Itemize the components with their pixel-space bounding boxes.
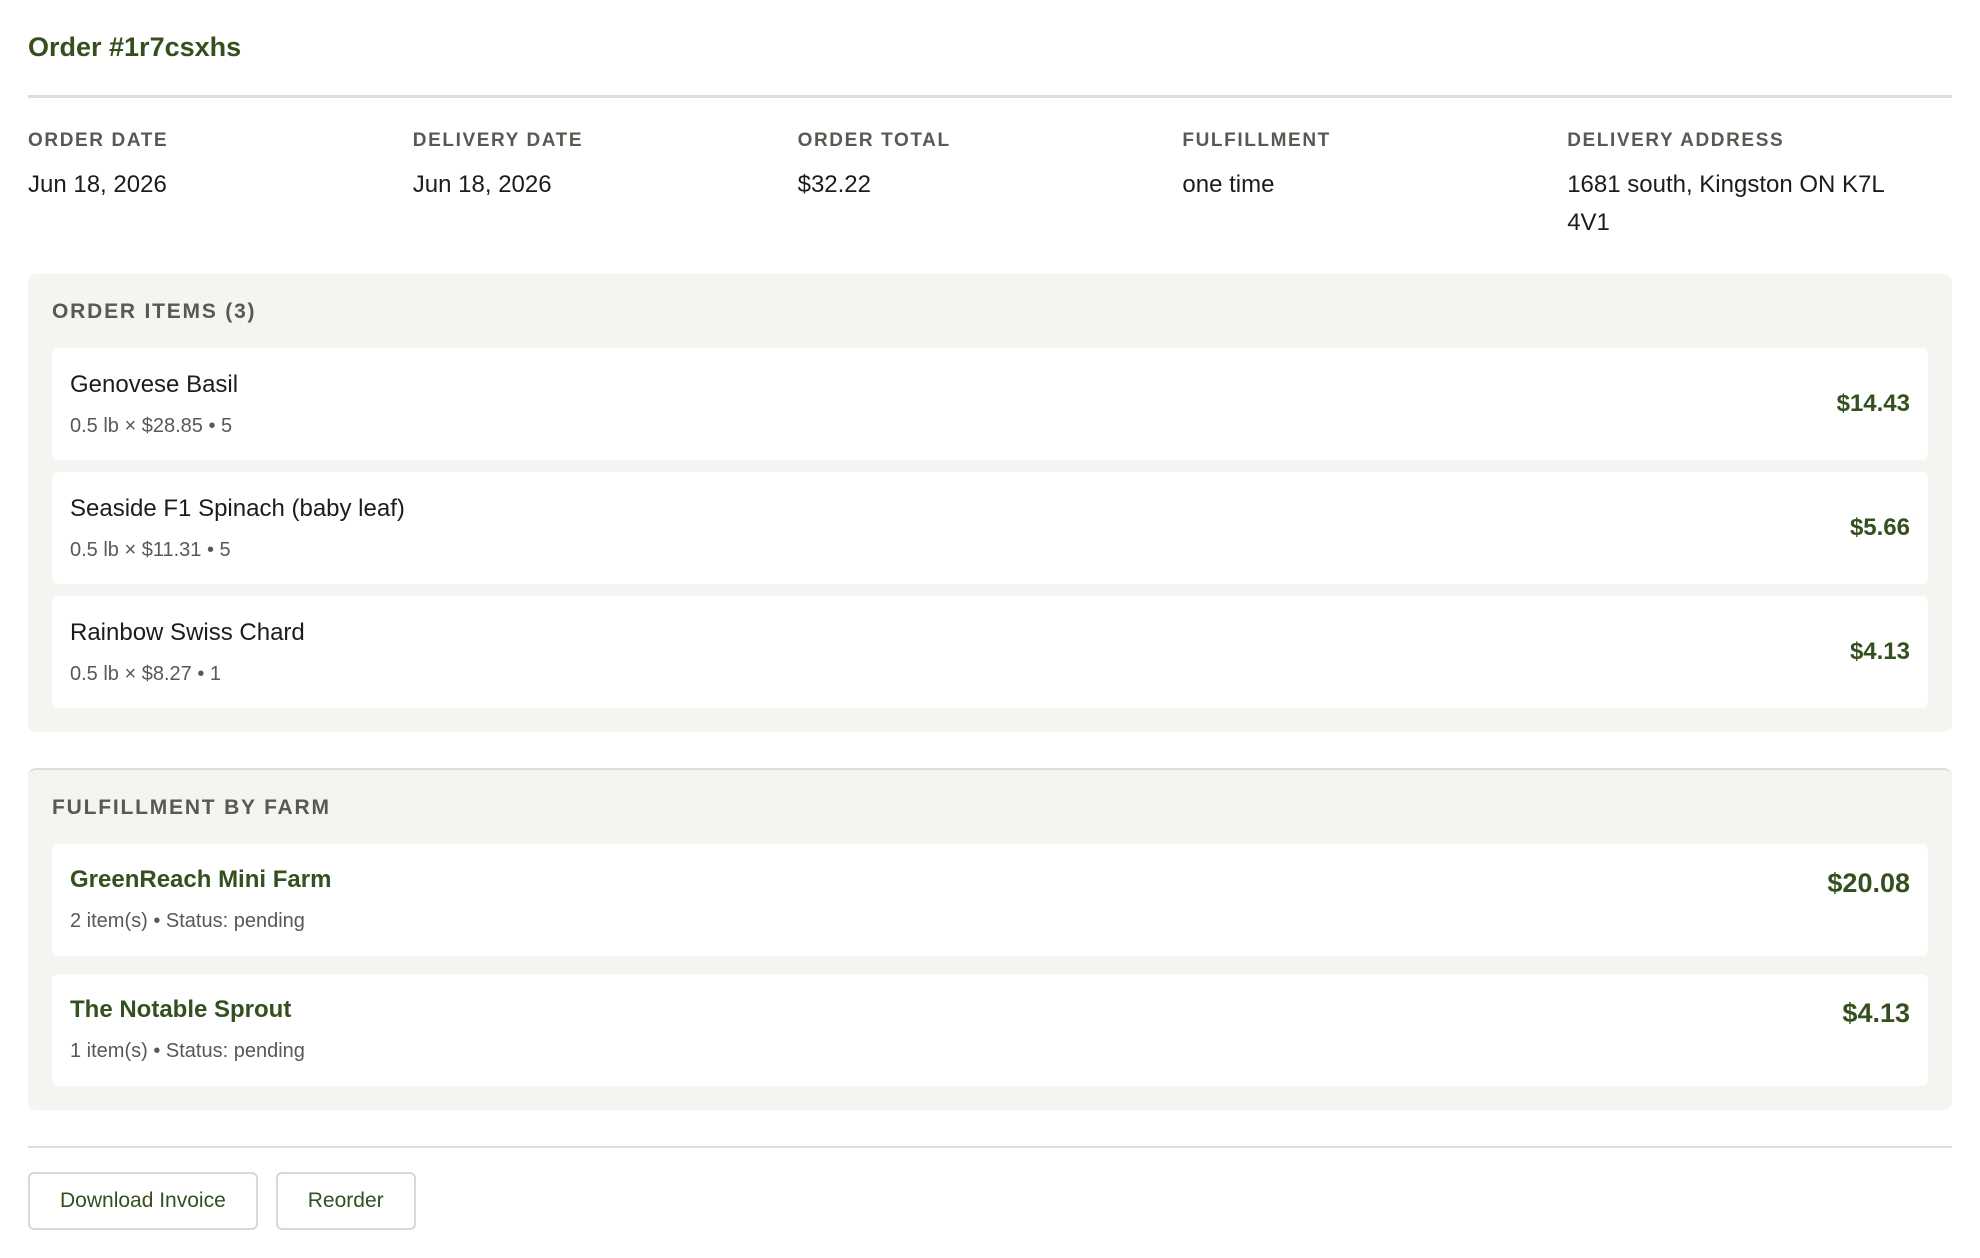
meta-order-total: ORDER TOTAL $32.22 xyxy=(798,130,1183,274)
item-name: Rainbow Swiss Chard xyxy=(70,618,305,646)
actions-divider xyxy=(28,1146,1952,1148)
meta-label: ORDER DATE xyxy=(28,130,169,151)
meta-order-date: ORDER DATE Jun 18, 2026 xyxy=(28,130,413,274)
order-actions: Download Invoice Reorder xyxy=(28,1172,1952,1230)
item-price: $5.66 xyxy=(1849,514,1910,541)
item-detail: 0.5 lb × $11.31 • 5 xyxy=(70,538,231,561)
meta-label: DELIVERY ADDRESS xyxy=(1567,130,1785,151)
delivery-address-value: 1681 south, Kingston ON K7L 4V1 xyxy=(1567,171,1884,236)
order-meta: ORDER DATE Jun 18, 2026 DELIVERY DATE Ju… xyxy=(28,98,1952,274)
order-date-value: Jun 18, 2026 xyxy=(28,171,167,198)
farm-subtotal: $4.13 xyxy=(1842,998,1910,1028)
farm-name: The Notable Sprout xyxy=(70,996,292,1023)
list-item: Genovese Basil 0.5 lb × $28.85 • 5 $14.4… xyxy=(52,348,1928,460)
meta-fulfillment: FULFILLMENT one time xyxy=(1182,130,1567,274)
download-invoice-button[interactable]: Download Invoice xyxy=(28,1172,258,1230)
order-total-value: $32.22 xyxy=(797,171,871,198)
page-title: Order #1r7csxhs xyxy=(28,32,242,62)
order-detail-page: Order #1r7csxhs ORDER DATE Jun 18, 2026 … xyxy=(0,0,1980,1258)
order-items-heading: ORDER ITEMS (3) xyxy=(52,300,257,323)
list-item: Rainbow Swiss Chard 0.5 lb × $8.27 • 1 $… xyxy=(52,596,1928,708)
farm-row: GreenReach Mini Farm 2 item(s) • Status:… xyxy=(52,844,1928,956)
item-name: Seaside F1 Spinach (baby leaf) xyxy=(70,494,405,522)
farm-row: The Notable Sprout 1 item(s) • Status: p… xyxy=(52,974,1928,1086)
farm-detail: 2 item(s) • Status: pending xyxy=(70,910,305,932)
meta-delivery-date: DELIVERY DATE Jun 18, 2026 xyxy=(413,130,798,274)
item-detail: 0.5 lb × $8.27 • 1 xyxy=(70,662,222,685)
list-item: Seaside F1 Spinach (baby leaf) 0.5 lb × … xyxy=(52,472,1928,584)
meta-delivery-address: DELIVERY ADDRESS 1681 south, Kingston ON… xyxy=(1567,130,1952,274)
item-price: $14.43 xyxy=(1836,390,1910,417)
item-detail: 0.5 lb × $28.85 • 5 xyxy=(70,414,233,437)
order-items-panel: ORDER ITEMS (3) Genovese Basil 0.5 lb × … xyxy=(28,274,1952,732)
farm-detail: 1 item(s) • Status: pending xyxy=(70,1040,305,1062)
reorder-button[interactable]: Reorder xyxy=(275,1172,416,1230)
order-header: Order #1r7csxhs xyxy=(28,0,1952,98)
fulfillment-value: one time xyxy=(1182,171,1275,198)
meta-label: DELIVERY DATE xyxy=(412,130,584,151)
meta-label: ORDER TOTAL xyxy=(797,130,951,151)
fulfillment-by-farm-panel: FULFILLMENT BY FARM GreenReach Mini Farm… xyxy=(28,768,1952,1110)
farm-subtotal: $20.08 xyxy=(1827,868,1910,898)
fulfillment-heading: FULFILLMENT BY FARM xyxy=(52,796,331,819)
item-name: Genovese Basil xyxy=(70,370,239,398)
meta-label: FULFILLMENT xyxy=(1182,130,1331,151)
item-price: $4.13 xyxy=(1849,638,1910,665)
farm-name: GreenReach Mini Farm xyxy=(70,866,332,893)
delivery-date-value: Jun 18, 2026 xyxy=(412,171,552,198)
